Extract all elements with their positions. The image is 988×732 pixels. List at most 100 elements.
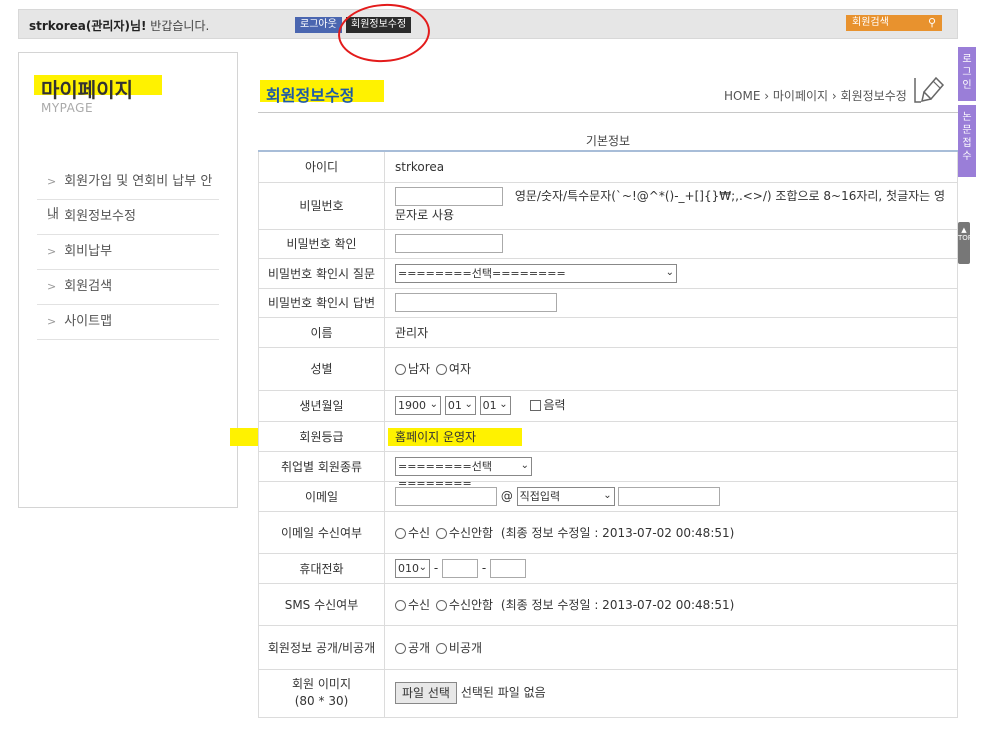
breadcrumb-home[interactable]: HOME <box>724 89 760 103</box>
gender-male-radio[interactable] <box>395 364 406 375</box>
sms-receive-yes-radio[interactable] <box>395 599 406 611</box>
phone-middle-input[interactable] <box>442 558 478 578</box>
email-domain-select[interactable]: 직접입력 ⌄ <box>516 486 615 506</box>
chevron-down-icon: ⌄ <box>520 459 529 471</box>
name-value: 관리자 <box>384 316 958 348</box>
top-arrow-icon: ▲ <box>961 226 967 234</box>
sms-receive-yes-label: 수신 <box>408 597 431 612</box>
chevron-down-icon: ⌄ <box>499 399 508 410</box>
chevron-right-icon: > <box>47 175 57 188</box>
breadcrumb-separator: › <box>764 89 770 103</box>
section-caption: 기본정보 <box>585 134 631 148</box>
sidebar-item-label: 회원검색 <box>64 279 113 294</box>
side-tab-paper-submit[interactable]: 논문접수 <box>958 105 976 177</box>
phone-prefix-select[interactable]: 010 ⌄ <box>395 558 430 578</box>
sms-last-modified: (최종 정보 수정일 : 2013-07-02 00:48:51) <box>500 597 735 612</box>
password-confirm-input[interactable] <box>395 234 503 253</box>
password-input[interactable] <box>395 187 503 206</box>
answer-label: 비밀번호 확인시 답변 <box>258 287 385 318</box>
phone-last-input[interactable] <box>490 558 526 578</box>
email-domain-input[interactable] <box>618 486 721 506</box>
sidebar-item-member-search[interactable]: > 회원검색 <box>37 270 219 305</box>
breadcrumb-separator: › <box>831 89 837 103</box>
side-tab-login[interactable]: 로그인 <box>958 47 976 101</box>
person-search-icon: ⚲ <box>927 16 936 29</box>
private-radio[interactable] <box>435 642 447 654</box>
side-tabs: 로그인 논문접수 <box>958 47 976 181</box>
form-row-grade: 회원등급 홈페이지 운영자 <box>258 420 958 452</box>
sidebar-item-label: 회원정보수정 <box>64 209 136 224</box>
form-row-gender: 성별 남자 여자 <box>258 346 958 391</box>
gender-female-radio[interactable] <box>435 364 447 375</box>
name-label: 이름 <box>258 316 385 348</box>
form-row-sms-receive: SMS 수신여부 수신 수신안함 (최종 정보 수정일 : 2013-07-02… <box>258 582 958 626</box>
grade-value: 홈페이지 운영자 <box>384 420 958 452</box>
top-label: TOP <box>958 234 973 242</box>
top-bar: strkorea(관리자)님! 반갑습니다. 로그아웃 회원정보수정 <box>18 9 958 39</box>
sidebar-item-fee-payment[interactable]: > 회비납부 <box>37 235 219 270</box>
file-status: 선택된 파일 없음 <box>460 685 546 700</box>
sms-receive-no-radio[interactable] <box>435 599 447 611</box>
sms-receive-label: SMS 수신여부 <box>258 582 385 626</box>
job-type-label: 취업별 회원종류 <box>258 450 385 482</box>
email-receive-yes-radio[interactable] <box>395 527 406 539</box>
form-row-birth: 생년월일 1900 ⌄ 01 ⌄ 01 ⌄ 음력 <box>258 389 958 422</box>
birth-year-select[interactable]: 1900 ⌄ <box>395 396 441 415</box>
member-search-button[interactable]: 회원검색 ⚲ <box>846 15 942 31</box>
chevron-down-icon: ⌄ <box>464 399 473 410</box>
form-row-job-type: 취업별 회원종류 ========선택======== ⌄ <box>258 450 958 490</box>
file-select-button[interactable]: 파일 선택 <box>395 682 457 704</box>
scroll-top-button[interactable]: ▲ TOP <box>958 222 973 264</box>
gender-male-label: 남자 <box>408 362 431 376</box>
job-type-select[interactable]: ========선택======== ⌄ <box>395 456 532 490</box>
birth-year-value: 1900 <box>398 399 426 412</box>
chevron-down-icon: ⌄ <box>429 399 438 410</box>
form-row-image: 회원 이미지 (80 * 30) 파일 선택 선택된 파일 없음 <box>258 668 958 718</box>
member-info-form: 아이디 strkorea 비밀번호 영문/숫자/특수문자(`~!@^*()-_+… <box>258 150 958 718</box>
answer-input[interactable] <box>395 293 557 312</box>
welcome-user: strkorea(관리자)님! <box>29 19 147 33</box>
form-row-phone: 휴대전화 010 ⌄ - - <box>258 552 958 584</box>
image-label: 회원 이미지 <box>291 677 351 691</box>
birth-month-select[interactable]: 01 ⌄ <box>444 396 476 415</box>
welcome-greeting: 반갑습니다. <box>146 19 210 33</box>
logout-button[interactable]: 로그아웃 <box>295 17 342 33</box>
sidebar-item-modify-info[interactable]: > 회원정보수정 <box>37 200 219 235</box>
birth-month-value: 01 <box>447 399 462 412</box>
email-last-modified: (최종 정보 수정일 : 2013-07-02 00:48:51) <box>500 525 735 540</box>
phone-dash: - <box>481 560 487 575</box>
id-value: strkorea <box>384 150 958 183</box>
sidebar-menu: > 회원가입 및 연회비 납부 안내 > 회원정보수정 > 회비납부 > 회원검색 > 사… <box>37 165 219 340</box>
public-radio[interactable] <box>395 642 406 654</box>
phone-label: 휴대전화 <box>258 552 385 584</box>
private-option-label: 비공개 <box>448 640 483 655</box>
password-confirm-label: 비밀번호 확인 <box>258 228 385 259</box>
chevron-right-icon: > <box>47 315 57 328</box>
sidebar-subtitle: MYPAGE <box>41 101 94 115</box>
chevron-down-icon: ⌄ <box>418 561 427 573</box>
email-receive-no-radio[interactable] <box>435 527 447 539</box>
form-row-name: 이름 관리자 <box>258 316 958 348</box>
sidebar-item-sitemap[interactable]: > 사이트맵 <box>37 305 219 340</box>
email-receive-no-label: 수신안함 <box>448 525 494 540</box>
question-label: 비밀번호 확인시 질문 <box>258 257 385 289</box>
phone-dash: - <box>433 560 439 575</box>
form-row-email-receive: 이메일 수신여부 수신 수신안함 (최종 정보 수정일 : 2013-07-02… <box>258 510 958 554</box>
breadcrumb-mypage[interactable]: 마이페이지 <box>773 89 828 103</box>
form-row-answer: 비밀번호 확인시 답변 <box>258 287 958 318</box>
birth-day-select[interactable]: 01 ⌄ <box>479 396 511 415</box>
sidebar-item-membership-guide[interactable]: > 회원가입 및 연회비 납부 안내 <box>37 165 219 222</box>
form-row-password: 비밀번호 영문/숫자/특수문자(`~!@^*()-_+[]{}₩;,.<>/) … <box>258 181 958 230</box>
question-select[interactable]: ========선택======== ⌄ <box>395 263 677 283</box>
lunar-checkbox[interactable] <box>530 400 542 411</box>
phone-prefix-value: 010 <box>398 561 419 575</box>
form-row-id: 아이디 strkorea <box>258 150 958 183</box>
sidebar: 마이페이지 MYPAGE > 회원가입 및 연회비 납부 안내 > 회원정보수정 >… <box>18 52 238 508</box>
public-label: 회원정보 공개/비공개 <box>258 624 385 670</box>
email-label: 이메일 <box>258 480 385 512</box>
sidebar-item-label: 회비납부 <box>64 244 113 259</box>
question-select-value: ========선택======== <box>398 266 566 280</box>
form-row-question: 비밀번호 확인시 질문 ========선택======== ⌄ <box>258 257 958 289</box>
sidebar-item-label: 사이트맵 <box>64 314 113 329</box>
chevron-right-icon: > <box>47 280 57 293</box>
